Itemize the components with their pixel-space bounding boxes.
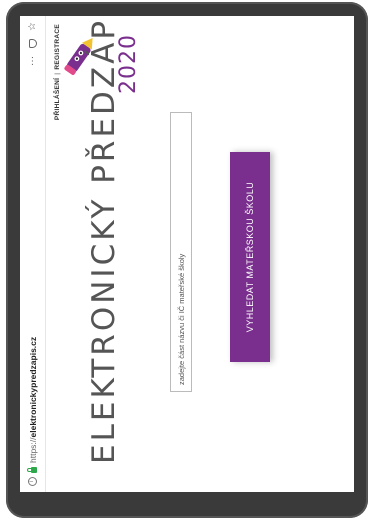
login-link[interactable]: PŘIHLÁŠENÍ (54, 78, 61, 120)
url-right-group: ··· ☆ (27, 22, 38, 66)
search-placeholder: zadejte část názvu či IČ mateřské školy (176, 253, 186, 385)
find-school-button[interactable]: VYHLEDAT MATEŘSKOU ŠKOLU (230, 152, 270, 362)
tablet-frame: i https://elektronickypredzapis.cz ··· ☆… (6, 2, 368, 518)
web-page: i https://elektronickypredzapis.cz ··· ☆… (20, 16, 354, 492)
url-left-group: i https://elektronickypredzapis.cz (28, 337, 38, 486)
photo-stage: i https://elektronickypredzapis.cz ··· ☆… (0, 0, 369, 520)
lock-icon (30, 467, 37, 473)
url-domain: elektronickypredzapis.cz (27, 336, 38, 438)
bookmark-star-icon[interactable]: ☆ (27, 22, 38, 31)
url-prefix: https:// (27, 437, 38, 463)
info-icon[interactable]: i (28, 477, 37, 486)
url-text[interactable]: https://elektronickypredzapis.cz (28, 337, 38, 463)
year-label: 2020 (116, 34, 141, 94)
pocket-icon[interactable] (28, 38, 37, 48)
tablet-screen: i https://elektronickypredzapis.cz ··· ☆… (20, 16, 354, 492)
browser-url-bar[interactable]: i https://elektronickypredzapis.cz ··· ☆ (20, 16, 46, 492)
menu-dots-icon[interactable]: ··· (27, 56, 38, 66)
school-search-input[interactable]: zadejte část názvu či IČ mateřské školy (170, 112, 192, 392)
